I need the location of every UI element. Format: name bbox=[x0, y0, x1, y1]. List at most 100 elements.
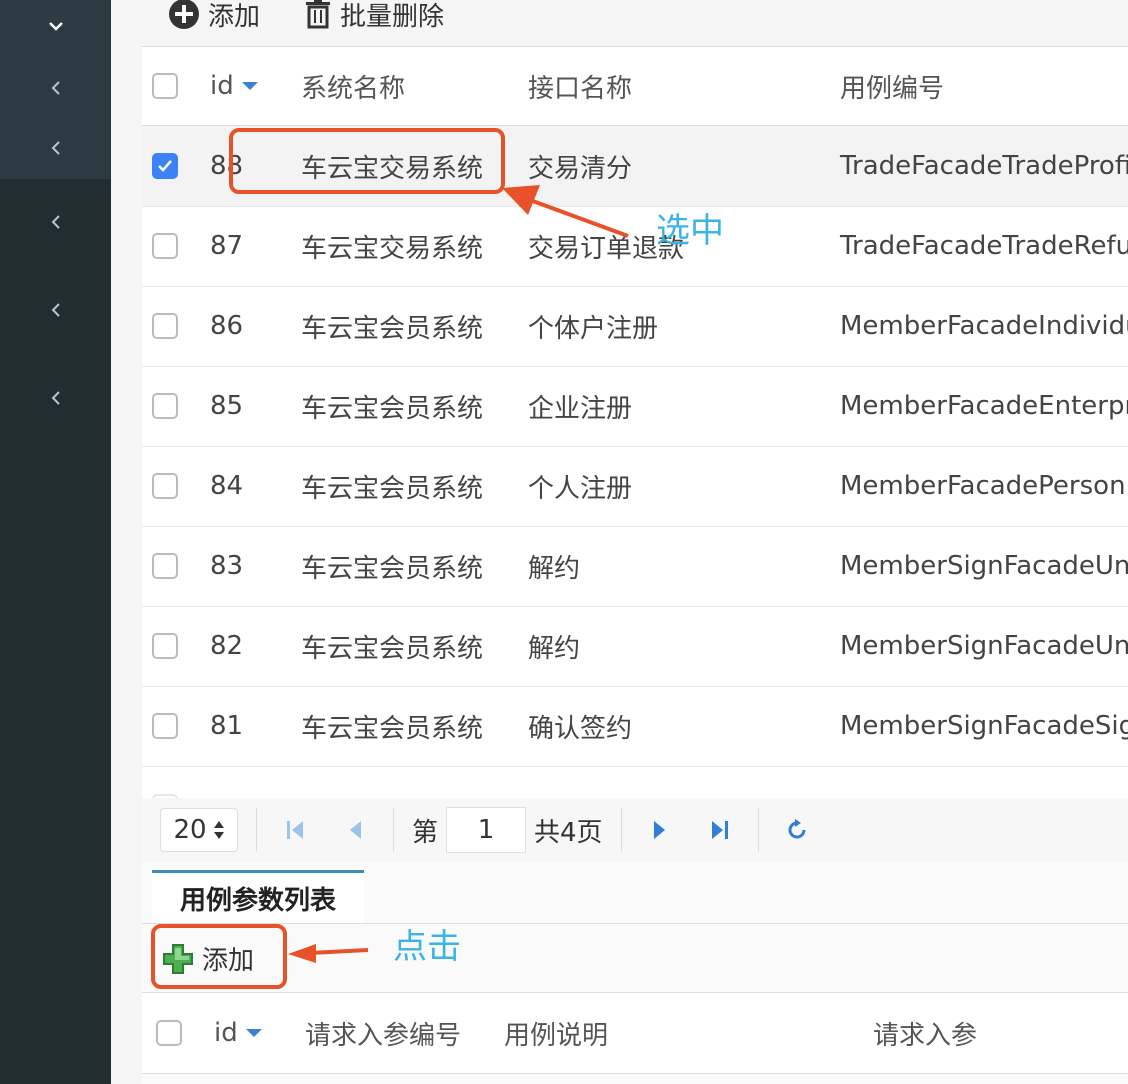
table-row[interactable]: 84 车云宝会员系统 个人注册 MemberFacadePersonI bbox=[142, 446, 1128, 527]
cell-id: 84 bbox=[210, 471, 244, 501]
row-checkbox-cell bbox=[152, 286, 182, 366]
add-button[interactable]: 添加 bbox=[168, 0, 260, 33]
cell-system: 车云宝会员系统 bbox=[301, 393, 484, 424]
row-checkbox[interactable] bbox=[152, 393, 178, 419]
cell-interface: 解约 bbox=[528, 633, 581, 664]
row-checkbox-cell bbox=[152, 446, 182, 526]
refresh-icon[interactable] bbox=[777, 818, 817, 842]
cell-id: 85 bbox=[210, 391, 244, 421]
header-id-label: id bbox=[210, 71, 234, 101]
row-checkbox-cell bbox=[152, 126, 182, 206]
header-checkbox-cell bbox=[152, 47, 182, 125]
cell-id: 87 bbox=[210, 231, 244, 261]
updown-icon bbox=[213, 821, 224, 839]
param-header-request-no[interactable]: 请求入参编号 bbox=[305, 993, 461, 1073]
select-all-checkbox[interactable] bbox=[152, 73, 178, 99]
batch-delete-button[interactable]: 批量删除 bbox=[304, 0, 444, 33]
first-page-icon[interactable] bbox=[275, 819, 315, 841]
table-row[interactable]: 86 车云宝会员系统 个体户注册 MemberFacadeIndividu bbox=[142, 286, 1128, 367]
row-checkbox[interactable] bbox=[152, 553, 178, 579]
param-header-id[interactable]: id bbox=[214, 993, 262, 1073]
cell-interface: 企业注册 bbox=[528, 393, 633, 424]
row-checkbox[interactable] bbox=[152, 713, 178, 739]
pagination-bar: 20 第 1 共4页 bbox=[142, 798, 1128, 862]
cell-interface: 个人注册 bbox=[528, 473, 633, 504]
param-header-case-desc[interactable]: 用例说明 bbox=[504, 993, 608, 1073]
row-checkbox[interactable] bbox=[152, 633, 178, 659]
cell-case-no: TradeFacadeTradeRefu bbox=[840, 231, 1128, 261]
cell-case-no: MemberSignFacadeUn bbox=[840, 551, 1128, 581]
prev-page-icon[interactable] bbox=[335, 819, 375, 841]
row-checkbox-cell bbox=[152, 206, 182, 286]
case-param-panel: 用例参数列表 添加 id 请求入参编号 用例说明 请求入参 bbox=[142, 862, 1128, 1084]
next-page-icon[interactable] bbox=[640, 819, 680, 841]
row-checkbox[interactable] bbox=[152, 153, 178, 179]
plus-circle-icon bbox=[168, 0, 200, 30]
cell-system: 车云宝会员系统 bbox=[301, 713, 484, 744]
annotation-select-text: 选中 bbox=[656, 211, 724, 251]
table-row[interactable] bbox=[142, 767, 1128, 799]
last-page-icon[interactable] bbox=[700, 819, 740, 841]
cell-system: 车云宝交易系统 bbox=[301, 233, 484, 264]
sort-desc-icon bbox=[245, 1029, 262, 1037]
batch-delete-label: 批量删除 bbox=[340, 1, 445, 32]
page-total: 共4页 bbox=[534, 817, 603, 848]
annotation-box-click bbox=[151, 924, 287, 989]
param-header-request-param[interactable]: 请求入参 bbox=[873, 993, 977, 1073]
table-row[interactable]: 82 车云宝会员系统 解约 MemberSignFacadeUn bbox=[142, 606, 1128, 687]
add-button-label: 添加 bbox=[208, 1, 261, 32]
chevron-left-icon[interactable] bbox=[0, 212, 111, 235]
row-checkbox[interactable] bbox=[152, 313, 178, 339]
cell-interface: 确认签约 bbox=[528, 713, 633, 744]
cell-system: 车云宝会员系统 bbox=[301, 473, 484, 504]
row-checkbox[interactable] bbox=[152, 473, 178, 499]
chevron-left-icon[interactable] bbox=[0, 138, 111, 161]
param-header-id-label: id bbox=[214, 1018, 238, 1048]
trash-icon bbox=[304, 0, 332, 29]
page-number-input[interactable]: 1 bbox=[446, 807, 527, 853]
cell-interface: 交易清分 bbox=[528, 153, 633, 184]
chevron-left-icon[interactable] bbox=[0, 300, 111, 323]
chevron-left-icon[interactable] bbox=[0, 388, 111, 411]
page-size-value: 20 bbox=[173, 815, 207, 845]
cell-id: 83 bbox=[210, 551, 244, 581]
sort-desc-icon bbox=[241, 82, 258, 90]
page-prefix: 第 bbox=[412, 817, 439, 848]
param-select-all-checkbox[interactable] bbox=[156, 1020, 182, 1046]
row-checkbox-cell bbox=[152, 526, 182, 606]
page-size-select[interactable]: 20 bbox=[160, 808, 238, 852]
cell-case-no: MemberSignFacadeSig bbox=[840, 711, 1128, 741]
cell-case-no: TradeFacadeTradeProfi bbox=[840, 151, 1128, 181]
row-checkbox-cell bbox=[152, 686, 182, 766]
table-row[interactable]: 83 车云宝会员系统 解约 MemberSignFacadeUn bbox=[142, 526, 1128, 607]
param-grid-header: id 请求入参编号 用例说明 请求入参 bbox=[142, 992, 1128, 1074]
header-system[interactable]: 系统名称 bbox=[301, 47, 405, 125]
cell-system: 车云宝会员系统 bbox=[301, 313, 484, 344]
cell-id: 81 bbox=[210, 711, 244, 741]
cell-system: 车云宝会员系统 bbox=[301, 553, 484, 584]
cell-case-no: MemberSignFacadeUn bbox=[840, 631, 1128, 661]
checkmark-icon bbox=[158, 160, 172, 172]
cell-case-no: MemberFacadeEnterpr bbox=[840, 391, 1128, 421]
header-interface[interactable]: 接口名称 bbox=[528, 47, 632, 125]
row-checkbox-cell bbox=[152, 606, 182, 686]
chevron-left-icon[interactable] bbox=[0, 78, 111, 101]
sidebar bbox=[0, 0, 111, 1084]
table-row[interactable]: 81 车云宝会员系统 确认签约 MemberSignFacadeSig bbox=[142, 686, 1128, 767]
annotation-box-selected bbox=[229, 128, 505, 194]
grid-toolbar: 添加 批量删除 bbox=[168, 0, 488, 32]
annotation-click-text: 点击 bbox=[393, 927, 461, 967]
cell-case-no: MemberFacadePersonI bbox=[840, 471, 1128, 501]
cell-system: 车云宝会员系统 bbox=[301, 633, 484, 664]
chevron-down-icon[interactable] bbox=[0, 16, 111, 39]
tab-case-params[interactable]: 用例参数列表 bbox=[152, 870, 364, 924]
table-row[interactable]: 85 车云宝会员系统 企业注册 MemberFacadeEnterpr bbox=[142, 366, 1128, 447]
cell-id: 86 bbox=[210, 311, 244, 341]
cell-interface: 个体户注册 bbox=[528, 313, 659, 344]
cell-id: 82 bbox=[210, 631, 244, 661]
cell-case-no: MemberFacadeIndividu bbox=[840, 311, 1128, 341]
header-id[interactable]: id bbox=[210, 47, 258, 125]
header-case-no[interactable]: 用例编号 bbox=[840, 47, 944, 125]
table-row[interactable]: 87 车云宝交易系统 交易订单退款 TradeFacadeTradeRefu bbox=[142, 206, 1128, 287]
row-checkbox[interactable] bbox=[152, 233, 178, 259]
